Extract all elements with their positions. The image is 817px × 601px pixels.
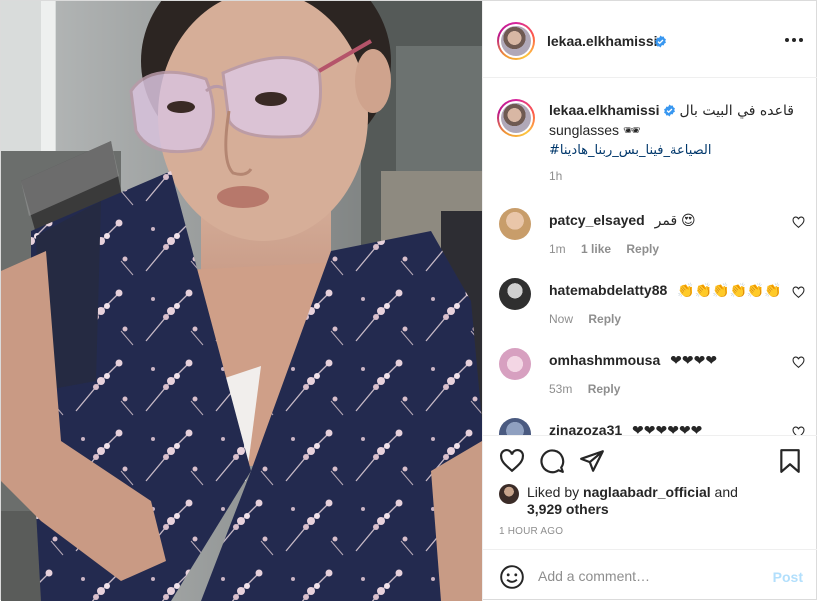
caption-text-english: sunglasses 🕶	[549, 122, 641, 138]
post-comment-button[interactable]: Post	[773, 569, 803, 585]
liked-by-text: Liked by naglaabadr_official and 3,929 o…	[527, 484, 797, 518]
caption-avatar[interactable]	[497, 99, 535, 137]
liked-by-and: and	[714, 484, 738, 500]
comment-time[interactable]: 1m	[549, 242, 566, 256]
post-actions: Liked by naglaabadr_official and 3,929 o…	[483, 435, 817, 549]
commenter-username[interactable]: patcy_elsayed	[549, 212, 645, 228]
comment-text: قمر 😍	[654, 212, 696, 228]
reply-button[interactable]: Reply	[588, 312, 621, 326]
post-side-panel: lekaa.elkhamissi lekaa.elkhamissi قاعده ف…	[482, 1, 817, 601]
comment-text-row: hatemabdelatty88 👏👏👏👏👏👏	[549, 282, 782, 299]
like-heart-icon[interactable]	[499, 448, 525, 474]
comments-section: lekaa.elkhamissi قاعده في البيت بال sungl…	[483, 78, 817, 435]
comment-meta: Now Reply	[549, 312, 633, 326]
comment-item: omhashmmousa ❤❤❤❤ 53m Reply	[497, 348, 807, 408]
photo-selfie-illustration	[1, 1, 482, 601]
more-options-icon[interactable]	[785, 33, 803, 47]
comment-item: patcy_elsayed قمر 😍 1m 1 like Reply	[497, 208, 807, 268]
verified-badge-icon	[663, 104, 675, 117]
commenter-username[interactable]: zinazoza31	[549, 422, 622, 435]
reply-button[interactable]: Reply	[588, 382, 621, 396]
save-bookmark-icon[interactable]	[777, 448, 803, 474]
emoji-icon[interactable]	[499, 564, 525, 590]
add-comment-bar: Post	[483, 549, 817, 601]
comment-meta: 53m Reply	[549, 382, 632, 396]
post-header: lekaa.elkhamissi	[483, 1, 817, 78]
commenter-avatar[interactable]	[499, 418, 531, 435]
comment-text: ❤❤❤❤	[670, 352, 718, 368]
liker-avatar[interactable]	[499, 484, 519, 504]
post-timestamp[interactable]: 1 HOUR AGO	[499, 526, 563, 537]
comment-time[interactable]: Now	[549, 312, 573, 326]
comment-item: zinazoza31 ❤❤❤❤❤❤	[497, 418, 807, 435]
caption-username[interactable]: lekaa.elkhamissi	[549, 102, 660, 118]
commenter-username[interactable]: omhashmmousa	[549, 352, 660, 368]
like-comment-heart-icon[interactable]	[792, 216, 805, 229]
instagram-post: lekaa.elkhamissi lekaa.elkhamissi قاعده ف…	[0, 0, 817, 601]
comment-text-row: omhashmmousa ❤❤❤❤	[549, 352, 717, 369]
reply-button[interactable]: Reply	[626, 242, 659, 256]
commenter-avatar[interactable]	[499, 348, 531, 380]
comment-text: 👏👏👏👏👏👏	[677, 282, 782, 298]
liked-by-prefix: Liked by	[527, 484, 580, 500]
comment-text-row: patcy_elsayed قمر 😍	[549, 212, 696, 229]
commenter-avatar[interactable]	[499, 278, 531, 310]
comment-time[interactable]: 53m	[549, 382, 572, 396]
author-username[interactable]: lekaa.elkhamissi	[547, 33, 658, 49]
comment-meta: 1m 1 like Reply	[549, 242, 671, 256]
like-comment-heart-icon[interactable]	[792, 426, 805, 435]
like-comment-heart-icon[interactable]	[792, 356, 805, 369]
caption-hashtag[interactable]: #الصياعة_فينا_بس_ربنا_هادينا	[549, 143, 711, 158]
comment-input[interactable]	[538, 564, 758, 588]
comment-text-row: zinazoza31 ❤❤❤❤❤❤	[549, 422, 702, 435]
like-comment-heart-icon[interactable]	[792, 286, 805, 299]
post-photo[interactable]	[1, 1, 482, 601]
comment-item: hatemabdelatty88 👏👏👏👏👏👏 Now Reply	[497, 278, 807, 338]
caption-time[interactable]: 1h	[549, 169, 562, 183]
share-direct-icon[interactable]	[579, 448, 605, 474]
author-avatar[interactable]	[497, 22, 535, 60]
comment-text: ❤❤❤❤❤❤	[632, 422, 703, 435]
caption-text-arabic: قاعده في البيت بال	[679, 103, 794, 119]
commenter-avatar[interactable]	[499, 208, 531, 240]
comment-bubble-icon[interactable]	[539, 448, 565, 474]
comment-likes[interactable]: 1 like	[581, 242, 611, 256]
liker-username[interactable]: naglaabadr_official	[583, 484, 711, 500]
likes-count[interactable]: 3,929 others	[527, 501, 609, 517]
commenter-username[interactable]: hatemabdelatty88	[549, 282, 667, 298]
verified-badge-icon	[655, 35, 666, 48]
caption-body: lekaa.elkhamissi قاعده في البيت بال sungl…	[549, 101, 799, 160]
